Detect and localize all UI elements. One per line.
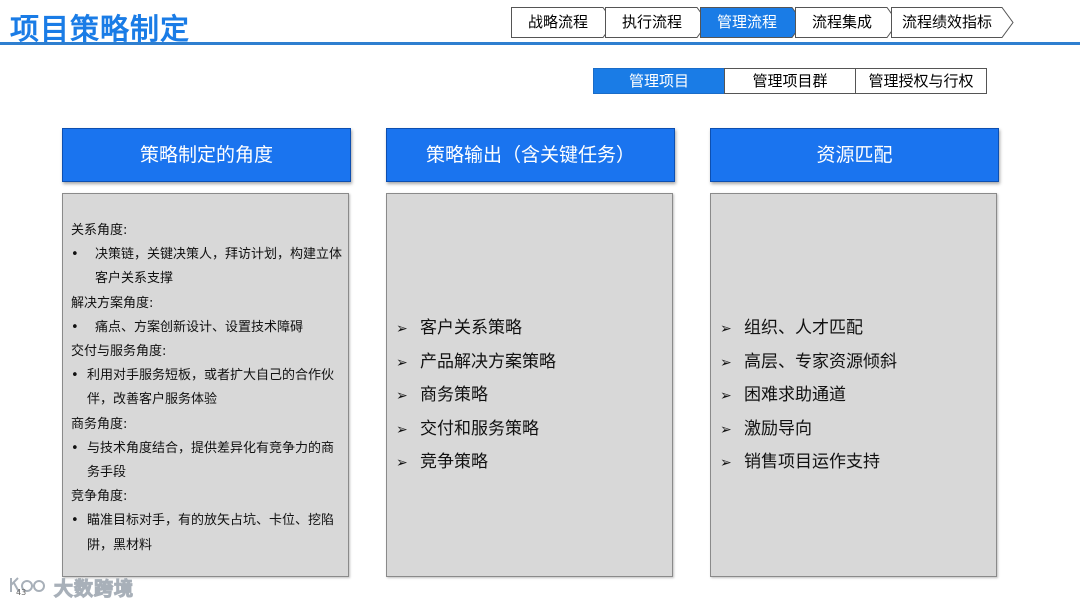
list-item-text: 交付和服务策略 <box>420 418 539 439</box>
list-item-text: 竞争策略 <box>420 452 488 472</box>
bullet-icon: • <box>71 368 79 384</box>
tab-manage-program[interactable]: 管理项目群 <box>724 68 856 94</box>
bullet-icon: • <box>71 319 79 335</box>
column-header-strategy-angles: 策略制定的角度 <box>62 128 351 182</box>
column-box-strategy-output: ➢ 客户关系策略 ➢ 产品解决方案策略 ➢ 商务策略 ➢ 交付和服务策略 ➢ 竞争策略 <box>386 193 673 577</box>
strategy-output-list: ➢ 客户关系策略 ➢ 产品解决方案策略 ➢ 商务策略 ➢ 交付和服务策略 ➢ 竞争策略 <box>396 312 664 480</box>
tab-manage-project[interactable]: 管理项目 <box>593 68 725 94</box>
bullet-icon: • <box>71 247 79 263</box>
list-item-text: 商务策略 <box>420 385 488 405</box>
list-item: • 与技术角度结合，提供差异化有竞争力的商务手段 <box>71 437 343 485</box>
process-step-strategy[interactable]: 战略流程 <box>511 7 615 38</box>
list-item-text: 销售项目运作支持 <box>744 452 880 472</box>
kol-logo-icon <box>8 574 50 600</box>
list-item: ➢ 销售项目运作支持 <box>720 446 988 480</box>
list-item: ➢ 激励导向 <box>720 413 988 447</box>
section-heading: 交付与服务角度: <box>71 344 167 360</box>
list-item-text: 瞄准目标对手，有的放矢占坑、卡位、挖陷阱，黑材料 <box>87 513 335 553</box>
list-item: ➢ 商务策略 <box>396 379 664 413</box>
list-item-text: 决策链，关键决策人，拜访计划，构建立体客户关系支撑 <box>95 247 343 287</box>
list-item: ➢ 高层、专家资源倾斜 <box>720 346 988 380</box>
process-step-label: 流程集成 <box>811 13 872 31</box>
strategy-angle-list: 关系角度: • 决策链，关键决策人，拜访计划，构建立体客户关系支撑 解决方案角度… <box>71 219 343 558</box>
list-item-text: 激励导向 <box>744 418 812 439</box>
section-heading: 商务角度: <box>71 416 128 432</box>
watermark-text: 大数跨境 <box>53 577 135 600</box>
column-header-resource-matching: 资源匹配 <box>710 128 999 182</box>
list-item-text: 客户关系策略 <box>420 318 522 338</box>
column-header-strategy-output: 策略输出（含关键任务） <box>386 128 675 182</box>
arrow-bullet-icon: ➢ <box>720 421 732 438</box>
process-step-label: 流程绩效指标 <box>901 13 992 31</box>
list-item: ➢ 组织、人才匹配 <box>720 312 988 346</box>
list-item-text: 与技术角度结合，提供差异化有竞争力的商务手段 <box>87 440 335 481</box>
title-divider <box>0 42 1080 45</box>
list-item: • 利用对手服务短板，或者扩大自己的合作伙伴，改善客户服务体验 <box>71 364 343 412</box>
page-number: 43 <box>16 588 27 597</box>
arrow-bullet-icon: ➢ <box>396 388 408 404</box>
list-item-text: 高层、专家资源倾斜 <box>744 351 897 372</box>
sub-tabs: 管理项目 管理项目群 管理授权与行权 <box>593 68 987 94</box>
bullet-icon: • <box>71 440 79 456</box>
list-item: • 痛点、方案创新设计、设置技术障碍 <box>71 316 343 340</box>
bullet-icon: • <box>71 513 79 529</box>
list-item: ➢ 客户关系策略 <box>396 312 664 346</box>
process-step-integration[interactable]: 流程集成 <box>795 7 899 38</box>
list-item-text: 痛点、方案创新设计、设置技术障碍 <box>95 319 304 335</box>
process-step-management[interactable]: 管理流程 <box>700 7 804 38</box>
process-step-label: 战略流程 <box>527 13 588 31</box>
list-item-text: 组织、人才匹配 <box>744 318 863 338</box>
list-item: ➢ 产品解决方案策略 <box>396 346 664 380</box>
column-box-strategy-angles: 关系角度: • 决策链，关键决策人，拜访计划，构建立体客户关系支撑 解决方案角度… <box>62 193 349 577</box>
arrow-bullet-icon: ➢ <box>720 354 732 371</box>
list-item: • 决策链，关键决策人，拜访计划，构建立体客户关系支撑 <box>71 243 343 291</box>
list-item: ➢ 困难求助通道 <box>720 379 988 413</box>
list-item: • 瞄准目标对手，有的放矢占坑、卡位、挖陷阱，黑材料 <box>71 509 343 557</box>
section-heading: 竞争角度: <box>71 489 128 505</box>
list-item-text: 利用对手服务短板，或者扩大自己的合作伙伴，改善客户服务体验 <box>87 368 335 408</box>
section-heading: 解决方案角度: <box>71 295 154 311</box>
tab-manage-authorization[interactable]: 管理授权与行权 <box>855 68 987 94</box>
watermark: 大数跨境 <box>8 573 134 601</box>
process-step-label: 执行流程 <box>621 13 682 31</box>
list-item: ➢ 竞争策略 <box>396 446 664 480</box>
arrow-bullet-icon: ➢ <box>396 421 408 438</box>
resource-matching-list: ➢ 组织、人才匹配 ➢ 高层、专家资源倾斜 ➢ 困难求助通道 ➢ 激励导向 ➢ 销售项目运… <box>720 312 988 480</box>
arrow-bullet-icon: ➢ <box>396 321 408 337</box>
process-step-kpi[interactable]: 流程绩效指标 <box>891 7 1015 38</box>
section-heading: 关系角度: <box>71 223 128 238</box>
arrow-bullet-icon: ➢ <box>396 455 408 471</box>
arrow-bullet-icon: ➢ <box>720 455 732 471</box>
process-nav: 战略流程 执行流程 管理流程 流程集成 流程绩效指标 <box>511 7 1016 38</box>
column-box-resource-matching: ➢ 组织、人才匹配 ➢ 高层、专家资源倾斜 ➢ 困难求助通道 ➢ 激励导向 ➢ 销售项目运… <box>710 193 997 577</box>
process-step-label: 管理流程 <box>716 13 777 31</box>
arrow-bullet-icon: ➢ <box>720 321 732 337</box>
list-item: ➢ 交付和服务策略 <box>396 413 664 447</box>
list-item-text: 困难求助通道 <box>744 385 846 405</box>
process-step-execution[interactable]: 执行流程 <box>605 7 709 38</box>
arrow-bullet-icon: ➢ <box>396 354 408 371</box>
list-item-text: 产品解决方案策略 <box>420 351 556 372</box>
arrow-bullet-icon: ➢ <box>720 388 732 404</box>
